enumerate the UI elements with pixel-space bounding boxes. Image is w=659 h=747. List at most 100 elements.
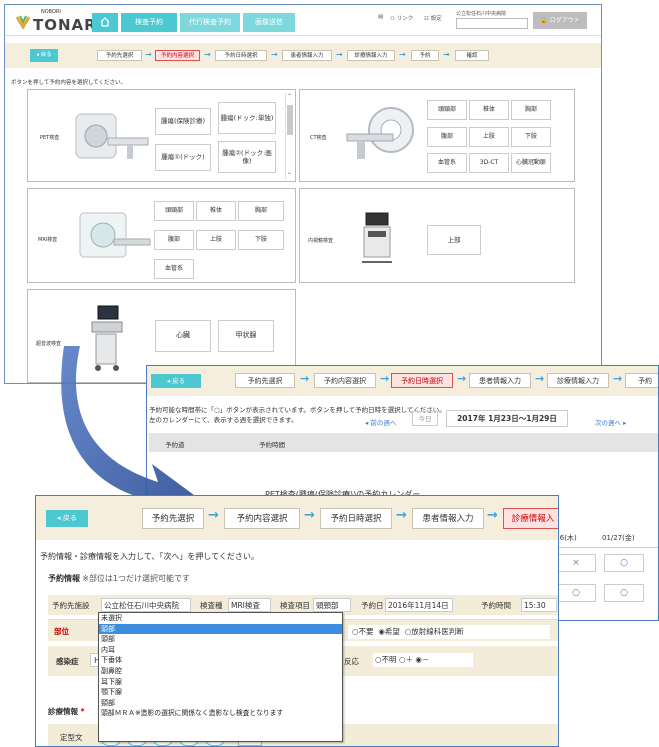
slot-available-button[interactable]: ○ [604, 554, 644, 572]
mri-scanner-image [79, 212, 151, 258]
settings-link[interactable]: ☷ 設定 [424, 14, 442, 22]
dropdown-option[interactable]: 下垂体 [99, 655, 342, 666]
ct-option[interactable]: 腹部 [427, 127, 467, 147]
mri-option[interactable]: 血管系 [154, 259, 194, 279]
scroll-down-icon[interactable]: ⌄ [287, 169, 292, 176]
pet-option[interactable]: 腫瘍(保険診療) [155, 108, 211, 135]
slot-available-button[interactable]: ○ [556, 584, 596, 602]
step-arrow-icon: → [535, 372, 545, 385]
info-value: 公立松任石川中央病院 [101, 598, 191, 612]
mri-option[interactable]: 下肢 [238, 230, 284, 250]
section-note: ※部位は1つだけ選択可能です [82, 574, 191, 583]
mri-panel: MRI検査 頭頸部 椎体 胸部 腹部 上肢 下肢 血管系 [27, 188, 296, 283]
back-button[interactable]: ◂ 戻る [30, 49, 58, 62]
step-arrow-icon: → [271, 50, 278, 59]
endoscopy-label: 内視鏡検査 [308, 238, 334, 244]
mri-option[interactable]: 胸部 [238, 201, 284, 221]
back-button[interactable]: ◂ 戻る [46, 510, 88, 527]
logout-button[interactable]: 🔒 ログアウト [533, 12, 587, 29]
info-value: 頭頸部 [313, 598, 351, 612]
step-bar: ◂ 戻る 予約先選択 → 予約内容選択 → 予約日時選択 → 患者情報入力 → … [36, 496, 558, 540]
info-key: 検査種 [200, 601, 223, 610]
slot-unavailable: × [556, 554, 596, 572]
bui-label: 部位 [54, 627, 69, 636]
dropdown-option[interactable]: 未選択 [99, 613, 342, 624]
mri-option[interactable]: 椎体 [196, 201, 236, 221]
ct-option[interactable]: 頭頸部 [427, 100, 467, 120]
dropdown-option[interactable]: 副鼻腔 [99, 666, 342, 677]
pet-option[interactable]: 腫瘍②(ドック:画像) [218, 141, 276, 173]
mail-icon[interactable]: ▤ [378, 14, 383, 20]
week-range: 2017年 1月23日〜1月29日 [446, 410, 568, 427]
step-arrow-icon: → [457, 372, 467, 385]
step-datetime: 予約日時選択 [215, 50, 267, 61]
instruction-text: 予約情報・診療情報を入力して、「次へ」を押してください。 [40, 552, 259, 561]
dropdown-option[interactable]: 頸部 [99, 698, 342, 709]
step-arrow-icon: → [443, 50, 450, 59]
logo-icon [15, 15, 31, 29]
step-content: 予約内容選択 [224, 508, 300, 529]
dropdown-option[interactable]: 内耳 [99, 645, 342, 656]
step-arrow-icon: → [396, 508, 407, 523]
step-confirm: 確認 [455, 50, 489, 61]
hospital-name: 公立松任石川中央病院 [456, 11, 507, 17]
dropdown-option[interactable]: 頭部 [99, 634, 342, 645]
dropdown-option[interactable]: 耳下腺 [99, 677, 342, 688]
reaction-radio-plus[interactable]: ○＋ [399, 655, 413, 664]
link-link[interactable]: ⚇ リンク [390, 14, 413, 22]
ct-option[interactable]: 心臓冠動脈 [511, 153, 551, 173]
step-datetime: 予約日時選択 [391, 373, 453, 388]
mri-option[interactable]: 上肢 [196, 230, 236, 250]
step-destination: 予約先選択 [97, 50, 142, 61]
ct-option[interactable]: 上肢 [469, 127, 509, 147]
slot-available-button[interactable]: ○ [604, 584, 644, 602]
step-bar: ◂ 戻る 予約先選択 → 予約内容選択 → 予約日時選択 → 患者情報入力 → … [5, 43, 601, 68]
ct-option[interactable]: 下肢 [511, 127, 551, 147]
info-value: MRI検査 [228, 598, 271, 612]
contrast-radio-want[interactable]: ◉希望 [378, 627, 400, 636]
step-datetime: 予約日時選択 [320, 508, 392, 529]
scroll-up-icon[interactable]: ⌃ [287, 93, 292, 100]
next-week-link[interactable]: 次の週へ ▸ [595, 417, 626, 427]
dropdown-option[interactable]: 頭部ＭＲＡ※造影の選択に関係なく造影なし検査となります [99, 708, 342, 719]
logo-subtext: NOBORI [41, 9, 61, 15]
info-value: 2016年11月14日 [385, 598, 453, 612]
scroll-thumb[interactable] [287, 105, 293, 135]
home-button[interactable] [92, 13, 118, 32]
step-content: 予約内容選択 [155, 50, 200, 61]
endoscopy-option[interactable]: 上部 [427, 225, 481, 255]
step-arrow-icon: → [399, 50, 406, 59]
reaction-radio-minus[interactable]: ◉－ [415, 655, 429, 664]
bui-dropdown-list[interactable]: 未選択 頭部 頭部 内耳 下垂体 副鼻腔 耳下腺 顎下腺 頸部 頭部ＭＲＡ※造影… [98, 612, 343, 742]
ct-option[interactable]: 血管系 [427, 153, 467, 173]
nav-proxy-reservation[interactable]: 代行検査予約 [180, 13, 240, 32]
section-title: 予約情報 [48, 574, 80, 583]
contrast-radio-none[interactable]: ○不要 [352, 627, 374, 636]
endoscopy-panel: 内視鏡検査 上部 [299, 188, 575, 283]
pet-option[interactable]: 腫瘍①(ドック) [155, 144, 211, 171]
reaction-radio-unknown[interactable]: ○不明 [375, 655, 397, 664]
home-icon [100, 17, 110, 27]
dropdown-option[interactable]: 顎下腺 [99, 687, 342, 698]
nav-exam-reservation[interactable]: 検査予約 [121, 13, 177, 32]
dropdown-option-selected[interactable]: 頭部 [99, 623, 342, 635]
prev-week-link[interactable]: ◂ 前の週へ [365, 417, 396, 427]
step-patient: 患者情報入力 [469, 373, 531, 388]
mri-option[interactable]: 腹部 [154, 230, 194, 250]
info-value: 15:30 [521, 598, 557, 612]
ct-panel: CT検査 頭頸部 椎体 胸部 腹部 上肢 下肢 血管系 3D-CT 心臓冠動脈 [299, 89, 575, 182]
step-arrow-icon: → [613, 372, 623, 385]
column-time: 予約時間 [259, 441, 285, 449]
ct-option[interactable]: 3D-CT [469, 153, 509, 173]
step-arrow-icon: → [145, 50, 152, 59]
pet-option[interactable]: 腫瘍(ドック:単独) [218, 102, 276, 134]
step-arrow-icon: → [336, 50, 343, 59]
step-arrow-icon: → [208, 508, 219, 523]
ct-option[interactable]: 椎体 [469, 100, 509, 120]
ct-option[interactable]: 胸部 [511, 100, 551, 120]
pet-scrollbar[interactable]: ⌃ ⌄ [285, 93, 294, 179]
contrast-radio-radiologist[interactable]: ○放射線科医判断 [405, 627, 464, 636]
today-button[interactable]: 今日 [412, 411, 438, 426]
nav-image-send[interactable]: 画像送信 [243, 13, 295, 32]
mri-option[interactable]: 頭頸部 [154, 201, 194, 221]
